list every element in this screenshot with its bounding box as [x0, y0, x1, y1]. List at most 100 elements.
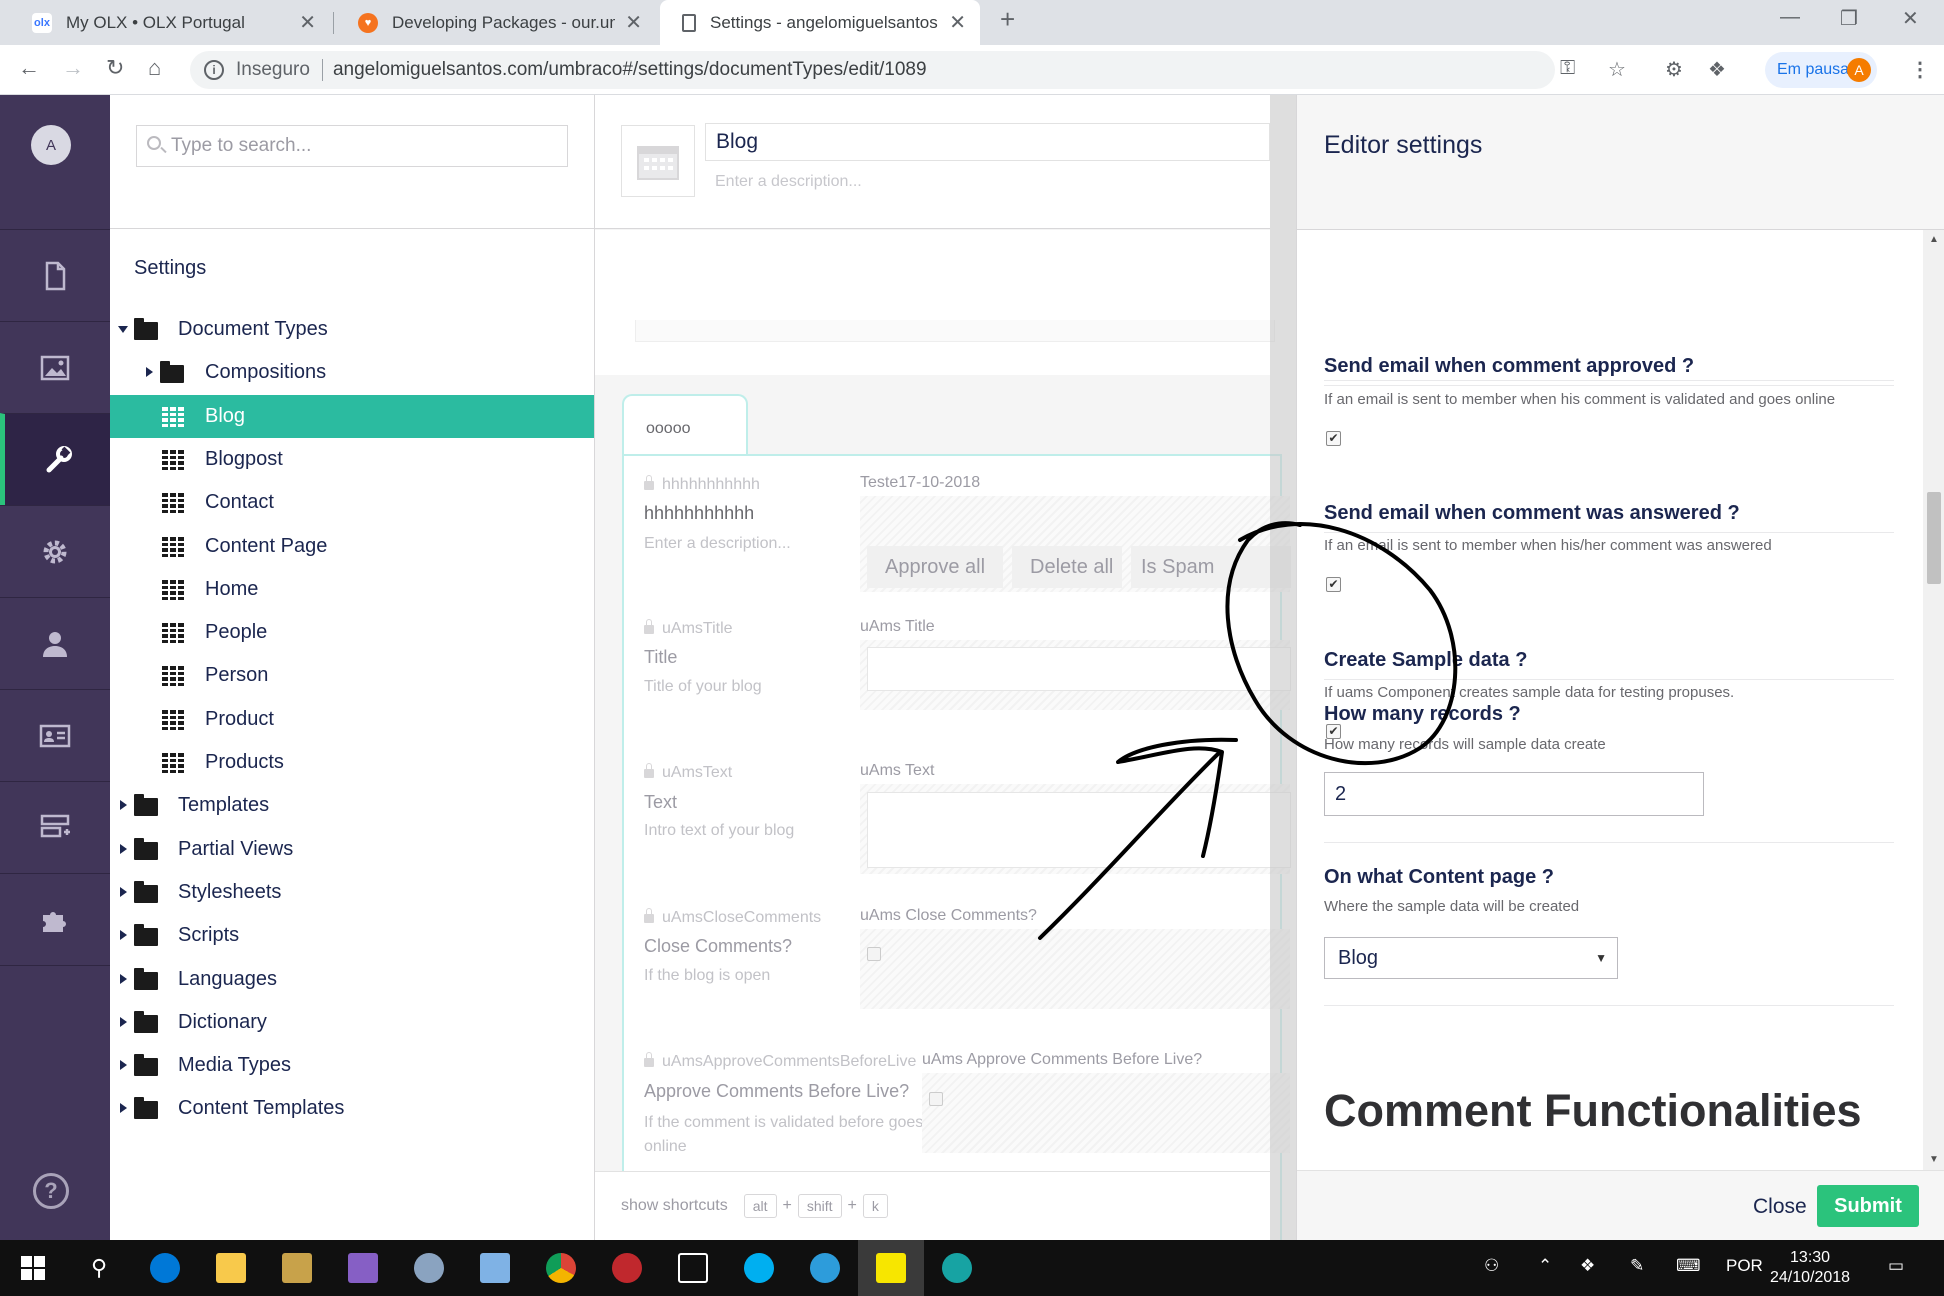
tree-node[interactable]: People	[110, 611, 594, 654]
caret-right-icon[interactable]	[120, 1060, 127, 1070]
tree-node[interactable]: Home	[110, 568, 594, 611]
property-preview-area[interactable]	[922, 1073, 1290, 1153]
red-app-icon[interactable]	[594, 1240, 660, 1296]
file-explorer-icon[interactable]	[198, 1240, 264, 1296]
scroll-up-icon[interactable]: ▲	[1929, 234, 1939, 245]
tree-node[interactable]: Scripts	[110, 914, 594, 957]
delete-all-button[interactable]: Delete all	[1012, 546, 1122, 588]
tree-node[interactable]: Media Types	[110, 1044, 594, 1087]
key-icon[interactable]: ⚿	[1560, 57, 1575, 80]
tree-node[interactable]: Dictionary	[110, 1001, 594, 1044]
bookmark-star-icon[interactable]: ☆	[1608, 57, 1626, 82]
url-text[interactable]: angelomiguelsantos.com/umbraco#/settings…	[333, 59, 927, 81]
reload-icon[interactable]: ↻	[106, 55, 124, 81]
search-taskbar-icon[interactable]: ⚲	[66, 1240, 132, 1296]
restore-window-icon[interactable]: ❐	[1840, 6, 1858, 31]
dialog-scrollbar[interactable]: ▲ ▼	[1923, 230, 1944, 1170]
caret-right-icon[interactable]	[120, 800, 127, 810]
approve-all-button[interactable]: Approve all	[867, 546, 1003, 588]
visual-studio-icon[interactable]	[330, 1240, 396, 1296]
pen-icon[interactable]: ✎	[1630, 1256, 1644, 1276]
keyboard-icon[interactable]: ⌨	[1676, 1256, 1701, 1276]
section-settings[interactable]	[0, 413, 110, 505]
section-developer[interactable]	[0, 505, 110, 597]
caret-right-icon[interactable]	[120, 1103, 127, 1113]
caret-right-icon[interactable]	[120, 844, 127, 854]
tree-node[interactable]: Blog	[110, 395, 594, 438]
skype-icon[interactable]	[726, 1240, 792, 1296]
address-bar[interactable]: i Inseguro angelomiguelsantos.com/umbrac…	[190, 51, 1555, 89]
submit-button[interactable]: Submit	[1817, 1185, 1919, 1227]
text-preview-textarea[interactable]	[867, 792, 1291, 868]
site-info-icon[interactable]: i	[204, 60, 224, 80]
user-avatar[interactable]: A	[31, 125, 71, 165]
tree-node[interactable]: Stylesheets	[110, 871, 594, 914]
property-preview-area[interactable]	[860, 929, 1290, 1009]
browser-tab-olx[interactable]: olx My OLX • OLX Portugal ✕	[10, 0, 330, 45]
tree-node[interactable]: Product	[110, 698, 594, 741]
approve-comments-preview-checkbox[interactable]	[929, 1092, 943, 1106]
title-preview-input[interactable]	[867, 647, 1291, 691]
sql-server-icon[interactable]	[396, 1240, 462, 1296]
caret-right-icon[interactable]	[120, 1017, 127, 1027]
tree-node[interactable]: Content Page	[110, 525, 594, 568]
minimize-window-icon[interactable]: —	[1780, 6, 1800, 29]
browser-tab-settings[interactable]: Settings - angelomiguelsantos.co ✕	[660, 0, 980, 45]
people-icon[interactable]: ⚇	[1484, 1256, 1499, 1276]
records-count-input[interactable]: 2	[1324, 772, 1704, 816]
section-packages[interactable]	[0, 873, 110, 965]
app-settings-icon[interactable]	[924, 1240, 990, 1296]
tree-node[interactable]: Document Types	[110, 308, 594, 351]
doctype-description-input[interactable]: Enter a description...	[715, 173, 862, 191]
caret-down-icon[interactable]	[118, 326, 128, 333]
group-tab[interactable]: ooooo	[622, 394, 748, 456]
tree-node[interactable]: Contact	[110, 481, 594, 524]
system-clock[interactable]: 13:30 24/10/2018	[1770, 1248, 1850, 1288]
dropbox-icon[interactable]: ❖	[1708, 57, 1726, 82]
tree-node[interactable]: Content Templates	[110, 1087, 594, 1130]
doctype-name-input[interactable]: Blog	[705, 123, 1270, 161]
tree-node[interactable]: Templates	[110, 784, 594, 827]
section-users[interactable]	[0, 597, 110, 689]
shortcuts-hint[interactable]: show shortcuts alt + shift + k	[621, 1194, 894, 1218]
back-arrow-icon[interactable]: ←	[18, 55, 40, 81]
close-window-icon[interactable]: ✕	[1902, 6, 1919, 31]
doctype-icon-picker[interactable]	[621, 125, 695, 197]
caret-right-icon[interactable]	[120, 887, 127, 897]
tree-node[interactable]: Partial Views	[110, 828, 594, 871]
tree-node[interactable]: Compositions	[110, 351, 594, 394]
tree-search-input[interactable]: Type to search...	[136, 125, 568, 167]
new-tab-plus-icon[interactable]: +	[1000, 4, 1015, 35]
scroll-down-icon[interactable]: ▼	[1929, 1154, 1939, 1165]
notepad-app-icon[interactable]	[462, 1240, 528, 1296]
tree-node[interactable]: Blogpost	[110, 438, 594, 481]
close-comments-preview-checkbox[interactable]	[867, 947, 881, 961]
input-language[interactable]: POR	[1726, 1256, 1763, 1276]
close-tab-icon[interactable]: ✕	[949, 10, 966, 35]
help-icon[interactable]: ?	[33, 1173, 69, 1209]
profile-sync-paused-button[interactable]: Em pausa A	[1765, 52, 1877, 88]
chrome-icon[interactable]	[528, 1240, 594, 1296]
close-tab-icon[interactable]: ✕	[625, 10, 642, 35]
section-members[interactable]	[0, 689, 110, 781]
caret-right-icon[interactable]	[120, 974, 127, 984]
home-icon[interactable]: ⌂	[148, 55, 161, 81]
browser-c-icon[interactable]	[792, 1240, 858, 1296]
edge-browser-icon[interactable]	[132, 1240, 198, 1296]
caret-right-icon[interactable]	[146, 367, 153, 377]
is-spam-button[interactable]: Is Spam	[1131, 546, 1291, 588]
tools-app-icon[interactable]	[264, 1240, 330, 1296]
close-tab-icon[interactable]: ✕	[299, 10, 316, 35]
section-media[interactable]	[0, 321, 110, 413]
tree-node[interactable]: Languages	[110, 958, 594, 1001]
windows-start-button[interactable]	[0, 1240, 66, 1296]
tree-node[interactable]: Person	[110, 654, 594, 697]
chrome-menu-icon[interactable]: ⋮	[1910, 57, 1930, 82]
notifications-icon[interactable]: ▭	[1888, 1256, 1904, 1276]
scrollbar-thumb[interactable]	[1927, 492, 1941, 584]
remote-desktop-icon[interactable]	[660, 1240, 726, 1296]
tray-chevron-up-icon[interactable]: ⌃	[1538, 1256, 1552, 1276]
section-content[interactable]	[0, 229, 110, 321]
browser-tab-umbraco-packages[interactable]: ♥ Developing Packages - our.umbr ✕	[336, 0, 656, 45]
caret-right-icon[interactable]	[120, 930, 127, 940]
